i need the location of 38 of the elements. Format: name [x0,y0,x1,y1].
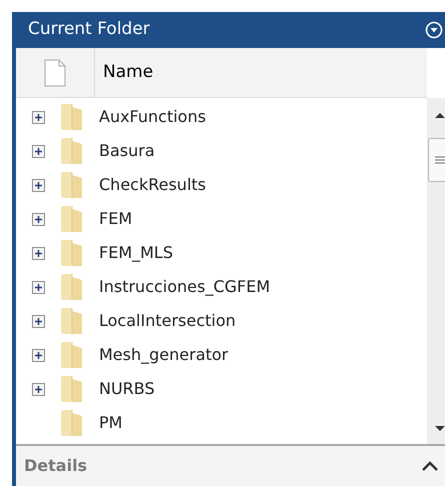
folder-name[interactable]: Basura [94,139,155,163]
folder-name[interactable]: Mesh_generator [94,343,228,367]
expand-icon[interactable] [32,110,44,124]
file-icon [44,58,66,86]
folder-name[interactable]: Instrucciones_CGFEM [94,275,270,299]
folder-name[interactable]: NURBS [94,377,155,401]
collapse-icon[interactable] [421,460,439,472]
expand-icon[interactable] [32,348,44,362]
folder-name[interactable]: FEM [94,207,132,231]
folder-icon [60,307,84,335]
folder-icon [60,239,84,267]
expand-icon[interactable] [32,382,44,396]
folder-name[interactable]: FEM_MLS [94,241,173,265]
folder-name[interactable]: AuxFunctions [94,105,206,129]
scrollbar[interactable] [427,98,445,444]
folder-name[interactable]: LocalIntersection [94,309,236,333]
folder-icon [60,409,84,437]
folder-icon [60,103,84,131]
folder-icon [60,137,84,165]
folder-icon [60,273,84,301]
expand-icon[interactable] [32,280,44,294]
folder-icon [60,341,84,369]
expand-icon[interactable] [32,246,44,260]
expand-icon[interactable] [32,314,44,328]
expand-icon[interactable] [32,212,44,226]
expand-icon[interactable] [32,144,44,158]
details-label: Details [24,455,88,477]
menu-icon[interactable] [425,21,443,39]
panel-title: Current Folder [28,18,150,42]
expand-icon[interactable] [32,178,44,192]
folder-icon [60,171,84,199]
column-header[interactable]: Name [95,48,154,97]
folder-name[interactable]: CheckResults [94,173,206,197]
scroll-down-icon[interactable] [435,426,445,432]
folder-name[interactable]: PM [94,411,122,435]
folder-icon [60,375,84,403]
scroll-up-icon[interactable] [435,112,445,118]
folder-icon [60,205,84,233]
